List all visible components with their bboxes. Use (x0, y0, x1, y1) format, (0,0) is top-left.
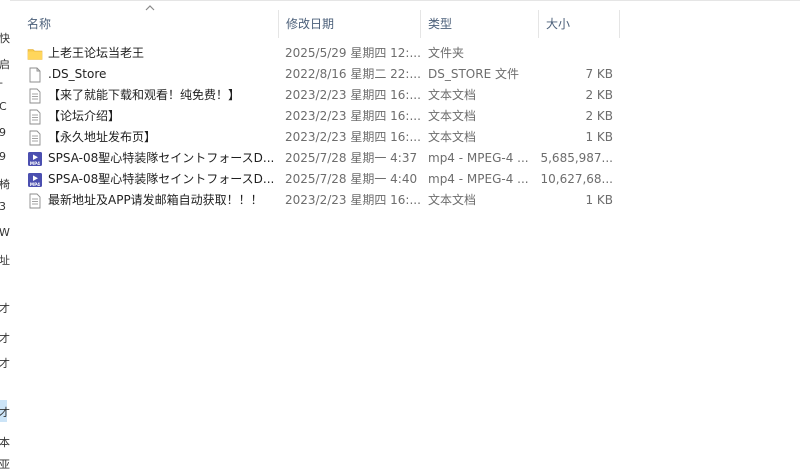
file-row[interactable]: .DS_Store 2022/8/16 星期二 22:... DS_STORE … (20, 64, 620, 85)
nav-item[interactable]: 9 (0, 150, 10, 163)
nav-item[interactable]: W (0, 226, 10, 239)
file-explorer-window: 快 启 - C 9 9 椅 3 W 址 才 才 才 才 本 亚 名称 修改日期 … (0, 0, 800, 473)
file-name-cell[interactable]: 上老王论坛当老王 (27, 43, 277, 64)
file-row[interactable]: MP4 SPSA-08聖心特装隊セイントフォースD... 2025/7/28 星… (20, 148, 620, 169)
nav-item[interactable]: C (0, 100, 10, 113)
nav-item[interactable]: 本 (0, 434, 10, 450)
file-name-cell[interactable]: .DS_Store (27, 64, 277, 85)
file-row[interactable]: 【论坛介绍】 2023/2/23 星期四 16:... 文本文档 2 KB (20, 106, 620, 127)
nav-item[interactable]: 9 (0, 126, 10, 139)
file-name-cell[interactable]: 【永久地址发布页】 (27, 127, 277, 148)
text-document-icon (29, 109, 41, 125)
nav-item[interactable]: 才 (0, 404, 10, 420)
file-size: 5,685,987... (540, 151, 613, 165)
file-type: 文本文档 (428, 88, 477, 102)
file-size: 1 KB (585, 130, 613, 144)
text-document-icon (29, 130, 41, 146)
file-row[interactable]: MP4 SPSA-08聖心特装隊セイントフォースD... 2025/7/28 星… (20, 169, 620, 190)
nav-item[interactable]: - (0, 76, 10, 89)
nav-item[interactable]: 址 (0, 252, 10, 268)
file-type: 文本文档 (428, 193, 477, 207)
file-name: 【永久地址发布页】 (48, 130, 157, 144)
nav-item[interactable]: 椅 (0, 176, 10, 192)
file-name: SPSA-08聖心特装隊セイントフォースD... (48, 172, 275, 186)
column-header-name[interactable]: 名称 (20, 10, 279, 38)
file-date: 2023/2/23 星期四 16:... (285, 88, 421, 102)
video-file-icon: MP4 (28, 173, 42, 187)
file-type: 文件夹 (428, 46, 465, 60)
text-document-icon (29, 193, 41, 209)
nav-item[interactable]: 快 (0, 30, 10, 46)
file-size: 10,627,68... (540, 172, 613, 186)
file-row[interactable]: 上老王论坛当老王 2025/5/29 星期四 12:... 文件夹 (20, 43, 620, 64)
file-list: 上老王论坛当老王 2025/5/29 星期四 12:... 文件夹 .DS_St… (20, 43, 620, 211)
navigation-pane[interactable]: 快 启 - C 9 9 椅 3 W 址 才 才 才 才 本 亚 (0, 0, 10, 473)
nav-item[interactable]: 亚 (0, 456, 10, 472)
column-header-type[interactable]: 类型 (421, 10, 539, 38)
svg-text:MP4: MP4 (30, 161, 40, 166)
file-date: 2025/5/29 星期四 12:... (285, 46, 421, 60)
file-date: 2022/8/16 星期二 22:... (285, 67, 421, 81)
file-row[interactable]: 最新地址及APP请发邮箱自动获取！！！ 2023/2/23 星期四 16:...… (20, 190, 620, 211)
file-icon (29, 67, 41, 83)
file-name: .DS_Store (48, 67, 107, 81)
file-type: mp4 - MPEG-4 ... (428, 151, 529, 165)
video-file-icon: MP4 (28, 152, 42, 166)
file-size: 2 KB (585, 88, 613, 102)
file-name: 最新地址及APP请发邮箱自动获取！！！ (48, 193, 263, 207)
column-header-row: 名称 修改日期 类型 大小 (20, 10, 620, 38)
file-name-cell[interactable]: MP4 SPSA-08聖心特装隊セイントフォースD... (27, 169, 277, 190)
nav-item[interactable]: 才 (0, 330, 10, 346)
file-name-cell[interactable]: 【来了就能下载和观看！纯免费！】 (27, 85, 277, 106)
file-date: 2025/7/28 星期一 4:37 (285, 151, 418, 165)
text-document-icon (29, 88, 41, 104)
file-name: 【来了就能下载和观看！纯免费！】 (48, 88, 241, 102)
file-type: 文本文档 (428, 109, 477, 123)
file-row[interactable]: 【永久地址发布页】 2023/2/23 星期四 16:... 文本文档 1 KB (20, 127, 620, 148)
nav-item[interactable]: 3 (0, 200, 10, 213)
file-row[interactable]: 【来了就能下载和观看！纯免费！】 2023/2/23 星期四 16:... 文本… (20, 85, 620, 106)
file-size: 1 KB (585, 193, 613, 207)
folder-icon (27, 49, 43, 60)
file-type: 文本文档 (428, 130, 477, 144)
file-type: mp4 - MPEG-4 ... (428, 172, 529, 186)
file-name-cell[interactable]: 【论坛介绍】 (27, 106, 277, 127)
file-date: 2023/2/23 星期四 16:... (285, 130, 421, 144)
file-size (539, 43, 613, 64)
nav-item[interactable]: 才 (0, 300, 10, 316)
file-name-cell[interactable]: 最新地址及APP请发邮箱自动获取！！！ (27, 190, 277, 211)
file-size: 2 KB (585, 109, 613, 123)
file-type: DS_STORE 文件 (428, 67, 519, 81)
file-name-cell[interactable]: MP4 SPSA-08聖心特装隊セイントフォースD... (27, 148, 277, 169)
column-header-date-modified[interactable]: 修改日期 (279, 10, 421, 38)
file-name: SPSA-08聖心特装隊セイントフォースD... (48, 151, 275, 165)
file-date: 2023/2/23 星期四 16:... (285, 109, 421, 123)
file-date: 2023/2/23 星期四 16:... (285, 193, 421, 207)
svg-text:MP4: MP4 (30, 182, 40, 187)
file-size: 7 KB (585, 67, 613, 81)
file-name: 【论坛介绍】 (48, 109, 121, 123)
column-header-size[interactable]: 大小 (539, 10, 620, 38)
header-top-divider (10, 0, 800, 1)
nav-item[interactable]: 才 (0, 355, 10, 371)
file-date: 2025/7/28 星期一 4:40 (285, 172, 418, 186)
nav-item[interactable]: 启 (0, 56, 10, 72)
file-name: 上老王论坛当老王 (48, 46, 145, 60)
